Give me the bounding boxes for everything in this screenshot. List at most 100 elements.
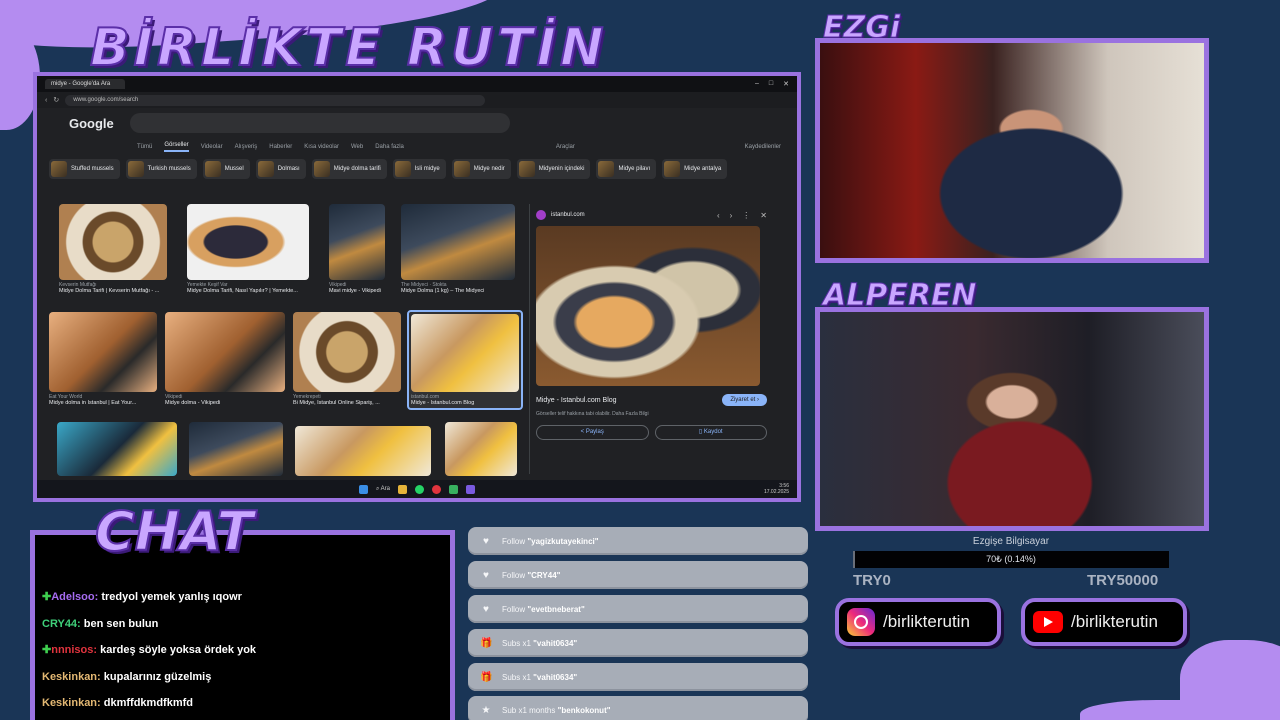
detail-actions: < Paylaş ▯ Kaydot <box>536 425 767 440</box>
opera-icon[interactable] <box>432 484 442 494</box>
app-icon[interactable] <box>449 484 459 494</box>
chip-thumbnail <box>518 161 535 177</box>
chip[interactable]: Midyenin içindeki <box>516 159 591 179</box>
more-icon[interactable]: ⋮ <box>742 211 750 220</box>
alert-user: "benkokonut" <box>557 705 611 715</box>
share-button[interactable]: < Paylaş <box>536 425 649 440</box>
instagram-icon <box>847 608 875 636</box>
chip-label: Midye pilavı <box>618 166 651 172</box>
chip[interactable]: Midye dolma tarifi <box>311 159 387 179</box>
saved-button[interactable]: Kaydedilenler <box>745 144 797 150</box>
tab-news[interactable]: Haberler <box>269 144 292 150</box>
detail-image[interactable] <box>536 226 760 386</box>
reload-icon[interactable]: ↻ <box>53 96 59 104</box>
tab-web[interactable]: Web <box>351 144 363 150</box>
image-result[interactable]: Vikipedi Midye dolma - Vikipedi <box>165 312 285 406</box>
google-header: Google <box>37 108 797 138</box>
back-icon[interactable]: ‹ <box>45 97 47 104</box>
detail-site[interactable]: istanbul.com <box>551 212 585 218</box>
chat-user: CRY44: <box>42 617 81 630</box>
image-result[interactable] <box>57 422 177 476</box>
browser-tab[interactable]: midye - Google'da Ara <box>45 79 125 89</box>
alert-prefix: Subs x1 <box>502 672 531 682</box>
badge-icon: ✚ <box>42 591 52 603</box>
chip[interactable]: Turkish mussels <box>125 159 197 179</box>
visit-button[interactable]: Ziyaret et › <box>722 394 767 406</box>
tab-shopping[interactable]: Alışveriş <box>235 144 258 150</box>
chip[interactable]: Midye nedir <box>451 159 511 179</box>
goal-max: TRY50000 <box>1087 572 1159 589</box>
chat-user: Keskinkan: <box>42 670 101 683</box>
windows-start-icon[interactable] <box>358 484 368 494</box>
search-tabs: Tümü Görseller Videolar Alışveriş Haberl… <box>37 138 797 156</box>
result-caption: Midye - Istanbul.com Blog <box>411 400 475 406</box>
image-result[interactable]: Yemekrepeti Bi Midye, İstanbul Online Si… <box>293 312 401 406</box>
image-result[interactable]: Yemekte Keşif Var Midye Dolma Tarifi, Na… <box>187 204 309 294</box>
chat-user: Adelsoo: <box>51 591 99 603</box>
share-label: Paylaş <box>585 429 604 435</box>
result-caption: Bi Midye, İstanbul Online Sipariş, ... <box>293 400 380 406</box>
alert-prefix: Follow <box>502 536 526 546</box>
detail-title[interactable]: Midye - Istanbul.com Blog <box>536 397 617 404</box>
save-button[interactable]: ▯ Kaydot <box>654 425 767 440</box>
file-explorer-icon[interactable] <box>398 484 408 494</box>
chip-thumbnail <box>127 161 144 177</box>
chip-thumbnail <box>257 161 274 177</box>
tab-more[interactable]: Daha fazla <box>375 144 404 150</box>
copyright-text: Görseller telif hakkına tabi olabilir. <box>536 411 611 417</box>
tools-button[interactable]: Araçlar <box>556 144 575 150</box>
result-image <box>401 204 515 280</box>
learn-more-link[interactable]: Daha Fazla Bilgi <box>612 411 648 417</box>
search-input[interactable] <box>129 113 510 133</box>
image-result[interactable] <box>295 426 431 476</box>
chat-message: Keskinkan: kupalarınız güzelmiş <box>42 664 256 691</box>
whatsapp-icon[interactable] <box>415 484 425 494</box>
google-logo[interactable]: Google <box>69 116 114 131</box>
chip-thumbnail <box>453 161 470 177</box>
result-image <box>187 204 309 280</box>
image-result[interactable] <box>189 422 283 476</box>
maximize-icon[interactable]: □ <box>769 80 773 88</box>
chip[interactable]: Isli midye <box>392 159 446 179</box>
goal-progress-text: 70₺ (0.14%) <box>986 554 1036 564</box>
result-image <box>165 312 285 392</box>
tab-short-videos[interactable]: Kısa videolar <box>304 144 339 150</box>
chip[interactable]: Stuffed mussels <box>49 159 120 179</box>
tab-all[interactable]: Tümü <box>137 144 152 150</box>
chip[interactable]: Dolması <box>255 159 306 179</box>
url-field[interactable]: www.google.com/search <box>65 94 486 106</box>
chat-messages: ✚Adelsoo: tredyol yemek yanlış ıqowr CRY… <box>42 584 256 717</box>
image-result[interactable] <box>445 422 517 476</box>
image-result[interactable]: Kevserin Mutfağı Midye Dolma Tarifi | Ke… <box>59 204 167 294</box>
chip-label: Isli midye <box>414 166 440 172</box>
previous-icon[interactable]: ‹ <box>717 211 720 220</box>
taskbar-clock: 3:56 17.02.2025 <box>764 483 789 495</box>
image-result[interactable]: Eat Your World Midye dolma in Istanbul |… <box>49 312 157 406</box>
result-caption: Midye Dolma (1 kg) – The Midyeci <box>401 288 485 294</box>
image-result-selected[interactable]: istanbul.com Midye - Istanbul.com Blog <box>407 310 523 410</box>
next-icon[interactable]: › <box>730 211 733 220</box>
alert-user: "CRY44" <box>527 570 561 580</box>
chip[interactable]: Midye antalya <box>662 159 728 179</box>
chip[interactable]: Mussel <box>202 159 250 179</box>
image-result[interactable]: Vikipedi Mavi midye - Vikipedi <box>329 204 385 294</box>
result-image <box>59 204 167 280</box>
image-result[interactable]: The Midyeci · Stokta Midye Dolma (1 kg) … <box>401 204 515 294</box>
chip-label: Midyenin içindeki <box>538 166 585 172</box>
alert-text: Follow "yagizkutayekinci" <box>502 537 599 546</box>
taskbar-search[interactable]: ⌕ Ara <box>376 486 390 493</box>
close-icon[interactable]: ✕ <box>783 80 789 88</box>
close-icon[interactable]: ✕ <box>760 211 767 220</box>
chip-thumbnail <box>51 161 67 177</box>
app-icon[interactable] <box>466 484 476 494</box>
webcam-alperen <box>815 307 1209 531</box>
instagram-handle: /birlikterutin <box>883 612 970 631</box>
chip[interactable]: Midye pilavı <box>596 159 657 179</box>
alert-text: Sub x1 months "benkokonut" <box>502 706 611 715</box>
result-caption: Midye dolma in Istanbul | Eat Your... <box>49 400 137 406</box>
tab-images[interactable]: Görseller <box>164 142 189 152</box>
tab-videos[interactable]: Videolar <box>201 144 223 150</box>
youtube-badge: /birlikterutin <box>1021 598 1187 646</box>
alert-user: "vahit0634" <box>533 672 578 682</box>
minimize-icon[interactable]: – <box>755 80 759 88</box>
